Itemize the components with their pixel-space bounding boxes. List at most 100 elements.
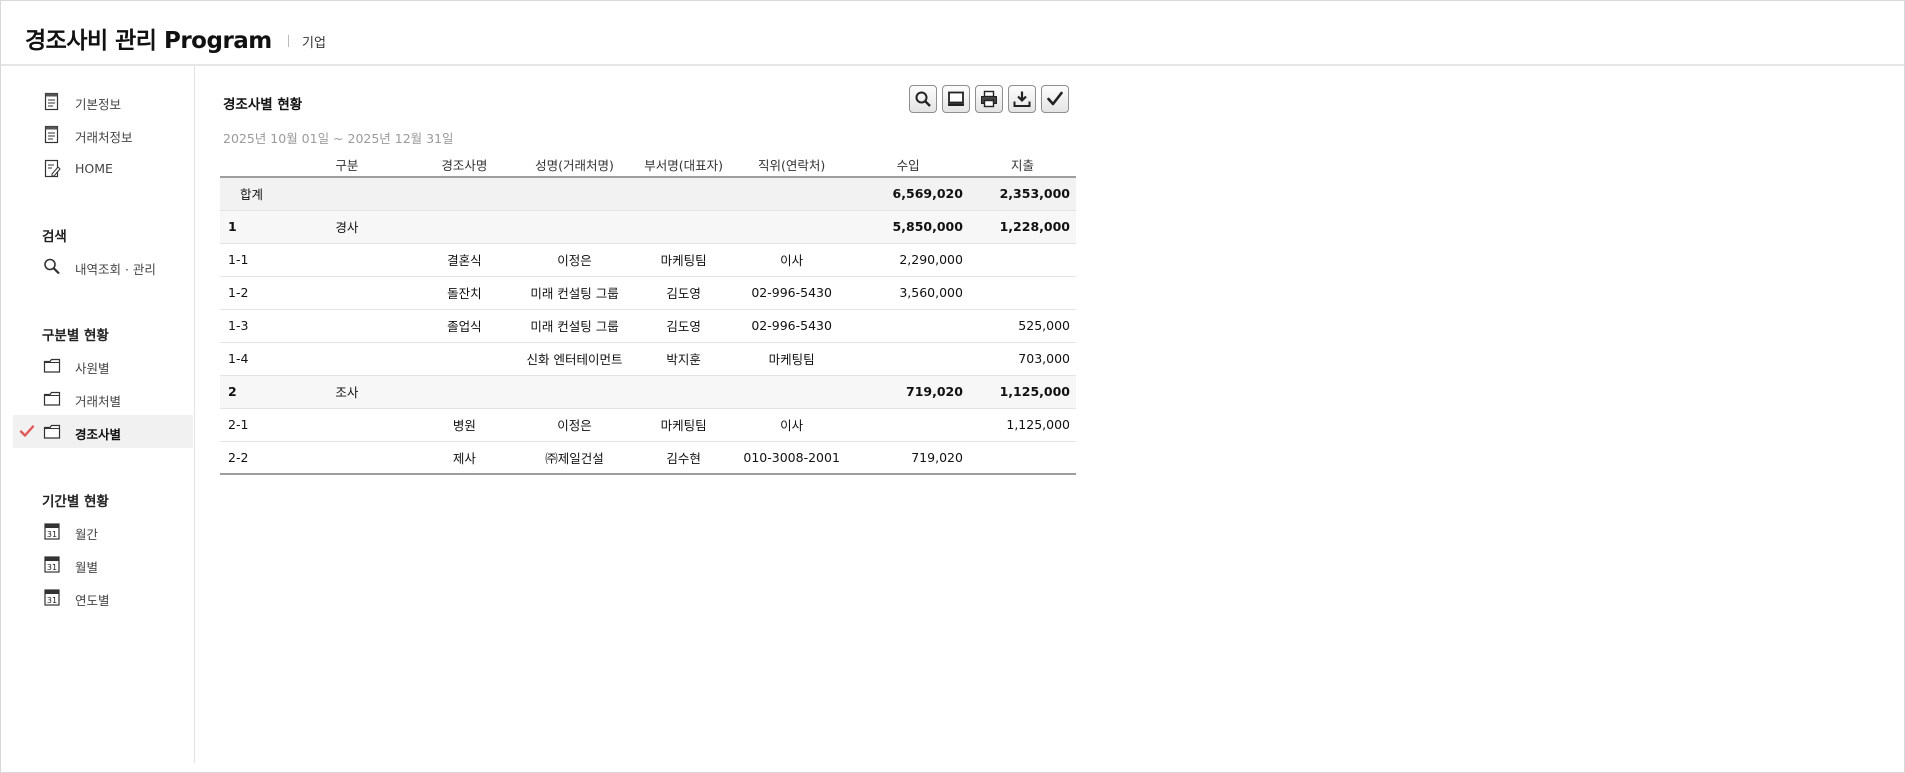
row-number: 1-4 [220,342,283,376]
position: 이사 [736,408,848,442]
page-title: 경조사별 현황 [223,97,303,113]
table-row[interactable]: 2-1 병원 이정은 마케팅팀 이사 1,125,000 [220,408,1076,442]
person-name: ㈜제일건설 [517,441,632,475]
folder-icon [43,391,61,406]
group-category: 조사 [282,375,411,409]
group-number: 2 [220,375,283,409]
group-category: 경사 [282,210,411,244]
position: 이사 [736,243,848,277]
sidebar-item-by-event[interactable]: 경조사별 [13,415,193,448]
group-expense: 1,228,000 [968,210,1076,244]
sidebar-heading-period: 기간별 현황 [42,494,109,510]
edit-document-icon [44,159,61,178]
summary-income: 6,569,020 [847,177,969,211]
summary-row[interactable]: 합계 6,569,020 2,353,000 [220,177,1076,211]
income [847,309,969,343]
expense [968,441,1076,475]
sidebar-item-by-year[interactable]: 31 연도별 [13,581,193,614]
table-row[interactable]: 2-2 제사 ㈜제일건설 김수현 010-3008-2001 719,020 [220,441,1076,475]
sidebar-item-label: 기본정보 [75,97,122,112]
income [847,342,969,376]
sidebar-item-client-info[interactable]: 거래처정보 [13,118,193,151]
row-number: 2-1 [220,408,283,442]
position: 마케팅팀 [736,342,848,376]
toolbar [909,85,1069,113]
income: 3,560,000 [847,276,969,310]
monitor-icon [948,91,964,106]
sidebar: 기본정보 거래처정보 HOME 검색 내역조회 · 관리 구분별 현황 사원별 … [1,66,195,763]
calendar-icon: 31 [44,523,60,540]
column-header: 구분 [282,153,411,178]
position: 02-996-5430 [736,276,848,310]
expense: 525,000 [968,309,1076,343]
sidebar-item-home[interactable]: HOME [13,152,193,185]
table-row[interactable]: 1-1 결혼식 이정은 마케팅팀 이사 2,290,000 [220,243,1076,277]
check-icon [1047,91,1063,106]
column-header [220,153,283,178]
position: 010-3008-2001 [736,441,848,475]
sidebar-item-monthly[interactable]: 31 월간 [13,515,193,548]
income [847,408,969,442]
calendar-day-label: 31 [47,563,57,572]
group-number: 1 [220,210,283,244]
calendar-day-label: 31 [47,530,57,539]
department: 박지훈 [631,342,737,376]
event-name: 결혼식 [410,243,518,277]
app-subtitle: 기업 [302,36,326,51]
app-title: 경조사비 관리 Program [25,28,272,54]
document-icon [44,125,59,144]
sidebar-item-basic-info[interactable]: 기본정보 [13,85,193,118]
period-range: 2025년 10월 01일 ~ 2025년 12월 31일 [223,131,454,146]
row-number: 2-2 [220,441,283,475]
print-button[interactable] [975,85,1003,113]
sidebar-item-by-month[interactable]: 31 월별 [13,548,193,581]
table-row[interactable]: 1-4 신화 엔터테이먼트 박지훈 마케팅팀 703,000 [220,342,1076,376]
sidebar-item-label: 내역조회 · 관리 [75,262,156,277]
column-header: 수입 [847,153,969,178]
sidebar-item-label: 월별 [75,560,99,575]
printer-icon [981,90,997,108]
expense [968,243,1076,277]
event-name: 제사 [410,441,518,475]
calendar-icon: 31 [44,589,60,606]
event-status-table: 구분 경조사명 성명(거래처명) 부서명(대표자) 직위(연락처) 수입 지출 … [220,153,1076,475]
column-header: 부서명(대표자) [631,153,737,178]
search-button[interactable] [909,85,937,113]
expense: 1,125,000 [968,408,1076,442]
document-icon [44,92,59,111]
search-icon [915,91,931,107]
summary-label: 합계 [220,177,411,211]
table-header-row: 구분 경조사명 성명(거래처명) 부서명(대표자) 직위(연락처) 수입 지출 [220,153,1076,178]
calendar-day-label: 31 [47,596,57,605]
department: 마케팅팀 [631,408,737,442]
column-header: 직위(연락처) [736,153,848,178]
sidebar-item-by-client[interactable]: 거래처별 [13,382,193,415]
calendar-icon: 31 [44,556,60,573]
sidebar-item-label: 경조사별 [75,427,122,442]
income: 719,020 [847,441,969,475]
event-name: 병원 [410,408,518,442]
event-name: 돌잔치 [410,276,518,310]
person-name: 이정은 [517,243,632,277]
group-row[interactable]: 2 조사 719,020 1,125,000 [220,375,1076,409]
screen-view-button[interactable] [942,85,970,113]
sidebar-heading-search: 검색 [42,229,67,245]
sidebar-item-label: 거래처정보 [75,130,133,145]
event-name: 졸업식 [410,309,518,343]
group-income: 719,020 [847,375,969,409]
group-expense: 1,125,000 [968,375,1076,409]
header-divider [288,35,289,47]
sidebar-item-by-employee[interactable]: 사원별 [13,349,193,382]
download-icon [1013,91,1031,107]
group-row[interactable]: 1 경사 5,850,000 1,228,000 [220,210,1076,244]
confirm-button[interactable] [1041,85,1069,113]
group-income: 5,850,000 [847,210,969,244]
sidebar-item-label: HOME [75,161,113,176]
row-number: 1-3 [220,309,283,343]
sidebar-item-search-manage[interactable]: 내역조회 · 관리 [13,250,193,283]
expense [968,276,1076,310]
department: 김도영 [631,309,737,343]
table-row[interactable]: 1-2 돌잔치 미래 컨설팅 그룹 김도영 02-996-5430 3,560,… [220,276,1076,310]
download-button[interactable] [1008,85,1036,113]
table-row[interactable]: 1-3 졸업식 미래 컨설팅 그룹 김도영 02-996-5430 525,00… [220,309,1076,343]
